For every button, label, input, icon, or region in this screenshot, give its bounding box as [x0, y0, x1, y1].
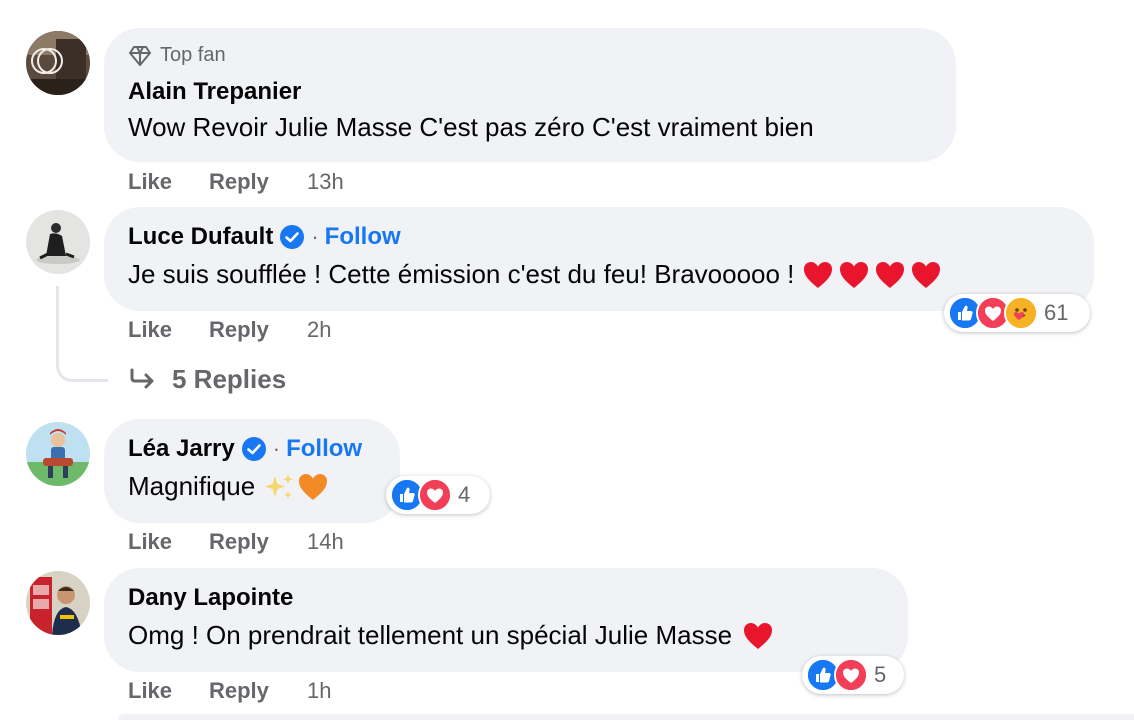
reply-button[interactable]: Reply — [209, 678, 307, 704]
avatar[interactable] — [26, 571, 90, 635]
reaction-summary[interactable]: 5 — [802, 656, 904, 694]
thread-connector — [56, 286, 108, 382]
care-reaction-icon — [1004, 296, 1038, 330]
comment-author: Luce Dufault · Follow — [128, 223, 401, 251]
avatar[interactable] — [26, 422, 90, 486]
comment-bubble: Top fan Alain Trepanier Wow Revoir Julie… — [104, 28, 956, 162]
view-replies-button[interactable]: 5 Replies — [128, 364, 286, 395]
like-button[interactable]: Like — [128, 169, 209, 195]
red-heart-icon — [802, 260, 834, 290]
comment-bubble: Léa Jarry · Follow Magnifique — [104, 419, 400, 523]
love-reaction-icon — [834, 658, 868, 692]
reaction-summary[interactable]: 4 — [386, 476, 490, 514]
comment-timestamp[interactable]: 1h — [307, 678, 331, 704]
comment-text: Omg ! On prendrait tellement un spécial … — [128, 620, 774, 651]
red-heart-icon — [910, 260, 942, 290]
comment-actions: Like Reply 13h — [128, 169, 344, 195]
orange-heart-icon — [297, 472, 329, 502]
comment-actions: Like Reply 14h — [128, 529, 344, 555]
reaction-count: 5 — [874, 662, 887, 687]
sparkles-icon — [265, 473, 294, 499]
diamond-icon — [129, 45, 151, 66]
reply-arrow-icon — [130, 368, 154, 388]
comment-timestamp[interactable]: 14h — [307, 529, 344, 555]
love-reaction-icon — [418, 478, 452, 512]
comment-timestamp[interactable]: 2h — [307, 317, 331, 343]
comment-bubble: Dany Lapointe Omg ! On prendrait telleme… — [104, 568, 908, 672]
like-button[interactable]: Like — [128, 529, 209, 555]
comment-author: Dany Lapointe — [128, 584, 293, 612]
comment-text: Magnifique — [128, 471, 329, 502]
red-heart-icon — [874, 260, 906, 290]
comment-text: Wow Revoir Julie Masse C'est pas zéro C'… — [128, 112, 814, 143]
comment-bubble: Luce Dufault · Follow Je suis soufflée !… — [104, 207, 1094, 311]
comment-text: Je suis soufflée ! Cette émission c'est … — [128, 259, 942, 290]
comment-timestamp[interactable]: 13h — [307, 169, 344, 195]
separator-dot: · — [272, 436, 281, 461]
like-button[interactable]: Like — [128, 317, 209, 343]
comment-text-content: Je suis soufflée ! Cette émission c'est … — [128, 259, 795, 289]
author-name[interactable]: Alain Trepanier — [128, 78, 301, 106]
emoji-group — [802, 260, 942, 290]
comment-text-content: Omg ! On prendrait tellement un spécial … — [128, 620, 733, 650]
comment-text-content: Magnifique — [128, 471, 256, 501]
next-comment-bubble-edge — [118, 714, 1134, 720]
follow-button[interactable]: Follow — [325, 223, 401, 251]
comment-author: Léa Jarry · Follow — [128, 435, 362, 463]
red-heart-icon — [742, 621, 774, 651]
badge-label: Top fan — [160, 44, 226, 66]
reply-button[interactable]: Reply — [209, 529, 307, 555]
comment-actions: Like Reply 2h — [128, 317, 331, 343]
reply-button[interactable]: Reply — [209, 169, 307, 195]
like-button[interactable]: Like — [128, 678, 209, 704]
top-fan-badge: Top fan — [128, 44, 226, 67]
reaction-count: 61 — [1044, 300, 1069, 325]
verified-badge-icon — [280, 225, 305, 249]
replies-count-label[interactable]: 5 Replies — [172, 364, 286, 395]
reply-button[interactable]: Reply — [209, 317, 307, 343]
avatar[interactable] — [26, 210, 90, 274]
verified-badge-icon — [241, 437, 266, 461]
reaction-summary[interactable]: 61 — [944, 294, 1090, 332]
separator-dot: · — [311, 224, 319, 249]
author-name[interactable]: Luce Dufault — [128, 223, 273, 251]
comment-actions: Like Reply 1h — [128, 678, 331, 704]
author-name[interactable]: Léa Jarry — [128, 435, 235, 463]
comment-text-content: Wow Revoir Julie Masse C'est pas zéro C'… — [128, 112, 814, 142]
follow-button[interactable]: Follow — [286, 435, 362, 463]
avatar[interactable] — [26, 31, 90, 95]
red-heart-icon — [838, 260, 870, 290]
reaction-count: 4 — [458, 482, 471, 507]
author-name[interactable]: Dany Lapointe — [128, 584, 293, 612]
comment-author[interactable]: Alain Trepanier — [128, 78, 301, 106]
